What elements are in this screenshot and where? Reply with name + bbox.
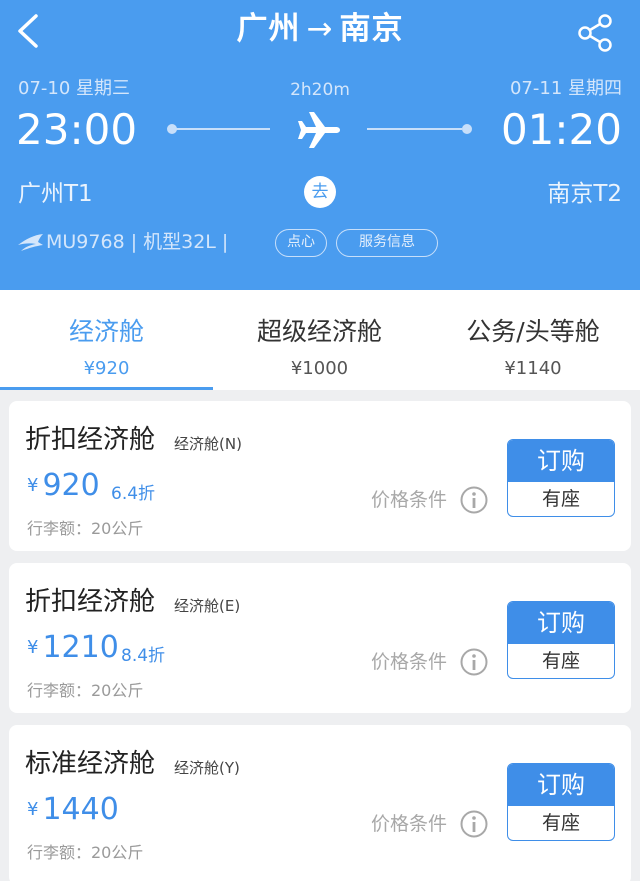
tab-economy[interactable]: 经济舱 ¥920 (0, 290, 213, 390)
arrival-time: 01:20 (500, 105, 622, 154)
share-icon[interactable] (574, 12, 616, 54)
book-label: 订购 (508, 440, 614, 482)
service-info-button[interactable]: 服务信息 (336, 229, 438, 257)
flight-header: 广州 → 南京 07-10 星期三 2h20m 07-11 星期四 23:00 01… (0, 0, 640, 290)
info-icon[interactable] (459, 647, 489, 677)
arrival-airport: 南京T2 (547, 181, 622, 207)
fare-price-value: 1440 (42, 792, 119, 827)
route-to: 南京 (339, 11, 404, 47)
track-line-right (367, 128, 462, 130)
seat-availability: 有座 (541, 812, 580, 834)
info-icon[interactable] (459, 809, 489, 839)
fare-class-code: 经济舱(E) (174, 597, 241, 615)
tab-premium-economy[interactable]: 超级经济舱 ¥1000 (213, 290, 426, 390)
tab-label: 经济舱 (68, 317, 144, 346)
fare-class-code: 经济舱(N) (174, 435, 242, 453)
tab-business-first[interactable]: 公务/头等舱 ¥1140 (426, 290, 640, 390)
trip-direction-badge: 去 (304, 176, 336, 208)
fare-name: 标准经济舱 (25, 749, 156, 779)
route-title: 广州 → 南京 (0, 8, 640, 50)
fare-name: 折扣经济舱 (25, 425, 156, 455)
book-button[interactable]: 订购 有座 (507, 763, 615, 841)
fare-card: 标准经济舱 经济舱(Y) ¥1440 行李额：20公斤 价格条件 订购 有座 (9, 725, 631, 881)
fare-card: 折扣经济舱 经济舱(E) ¥1210 8.4折 行李额：20公斤 价格条件 订购… (9, 563, 631, 713)
seat-availability: 有座 (541, 488, 580, 510)
book-label: 订购 (508, 602, 614, 644)
active-tab-indicator (0, 387, 213, 390)
cabin-tabs: 经济舱 ¥920 超级经济舱 ¥1000 公务/头等舱 ¥1140 (0, 290, 640, 390)
route-from: 广州 (236, 11, 301, 47)
tab-label: 公务/头等舱 (466, 317, 600, 346)
fare-discount: 8.4折 (121, 646, 166, 666)
fare-price: ¥920 (27, 467, 100, 505)
currency-symbol: ¥ (27, 637, 39, 658)
book-label: 订购 (508, 764, 614, 806)
baggage-allowance: 行李额：20公斤 (27, 843, 144, 862)
flight-info: MU9768 | 机型32L | (46, 231, 229, 253)
fare-price: ¥1440 (27, 791, 119, 829)
fare-discount: 6.4折 (111, 484, 156, 504)
fare-class-code: 经济舱(Y) (174, 759, 240, 777)
seat-availability: 有座 (541, 650, 580, 672)
fare-card: 折扣经济舱 经济舱(N) ¥920 6.4折 行李额：20公斤 价格条件 订购 … (9, 401, 631, 551)
currency-symbol: ¥ (27, 475, 39, 496)
departure-airport: 广州T1 (18, 181, 93, 207)
book-button[interactable]: 订购 有座 (507, 601, 615, 679)
fare-price-value: 1210 (42, 630, 119, 665)
baggage-allowance: 行李额：20公斤 (27, 681, 144, 700)
arrival-date: 07-11 星期四 (509, 78, 622, 99)
route-arrow-icon: → (306, 11, 334, 47)
tab-price: ¥1000 (290, 358, 349, 379)
currency-symbol: ¥ (27, 799, 39, 820)
tab-price: ¥920 (83, 358, 130, 379)
fare-price: ¥1210 (27, 629, 119, 667)
info-icon[interactable] (459, 485, 489, 515)
tab-price: ¥1140 (504, 358, 562, 379)
track-line-left (175, 128, 270, 130)
airline-logo-icon (18, 234, 43, 251)
price-conditions-link[interactable]: 价格条件 (371, 649, 447, 675)
book-button[interactable]: 订购 有座 (507, 439, 615, 517)
price-conditions-link[interactable]: 价格条件 (371, 487, 447, 513)
meal-pill: 点心 (275, 229, 327, 257)
baggage-allowance: 行李额：20公斤 (27, 519, 144, 538)
price-conditions-link[interactable]: 价格条件 (371, 811, 447, 837)
track-end-dot (462, 124, 472, 134)
fare-price-value: 920 (42, 468, 100, 503)
fare-name: 折扣经济舱 (25, 587, 156, 617)
departure-time: 23:00 (16, 105, 138, 154)
tab-label: 超级经济舱 (256, 317, 382, 346)
airplane-icon (298, 112, 340, 148)
